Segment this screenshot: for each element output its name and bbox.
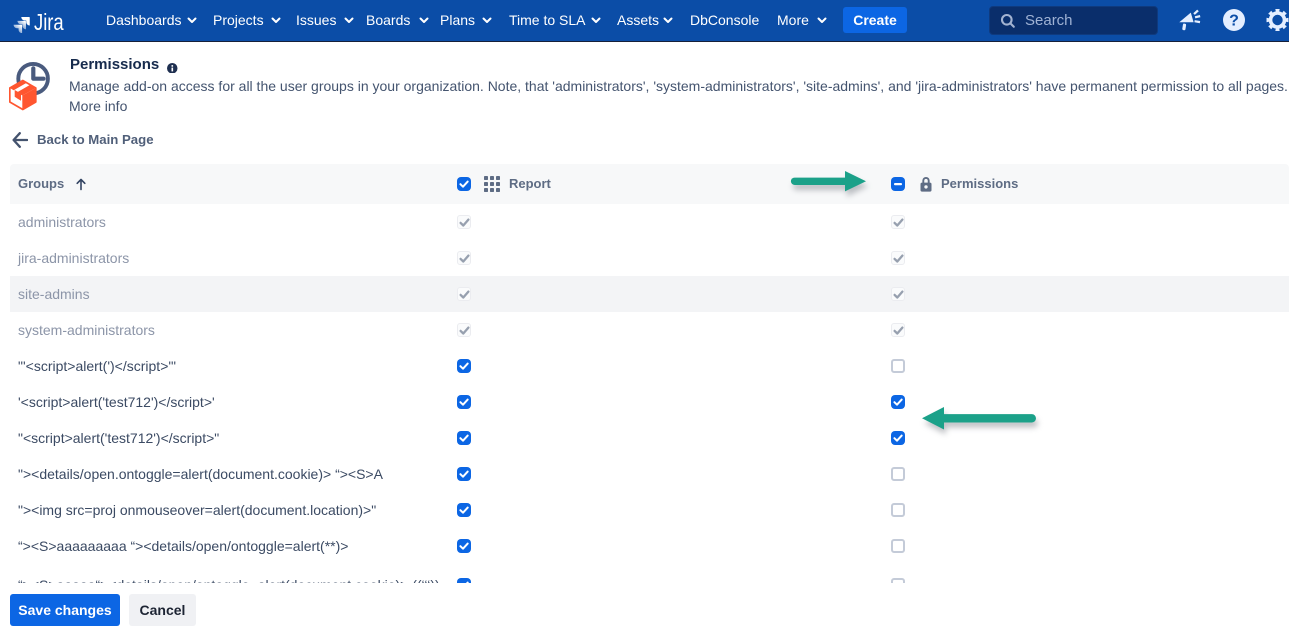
svg-text:?: ? xyxy=(1229,13,1239,30)
